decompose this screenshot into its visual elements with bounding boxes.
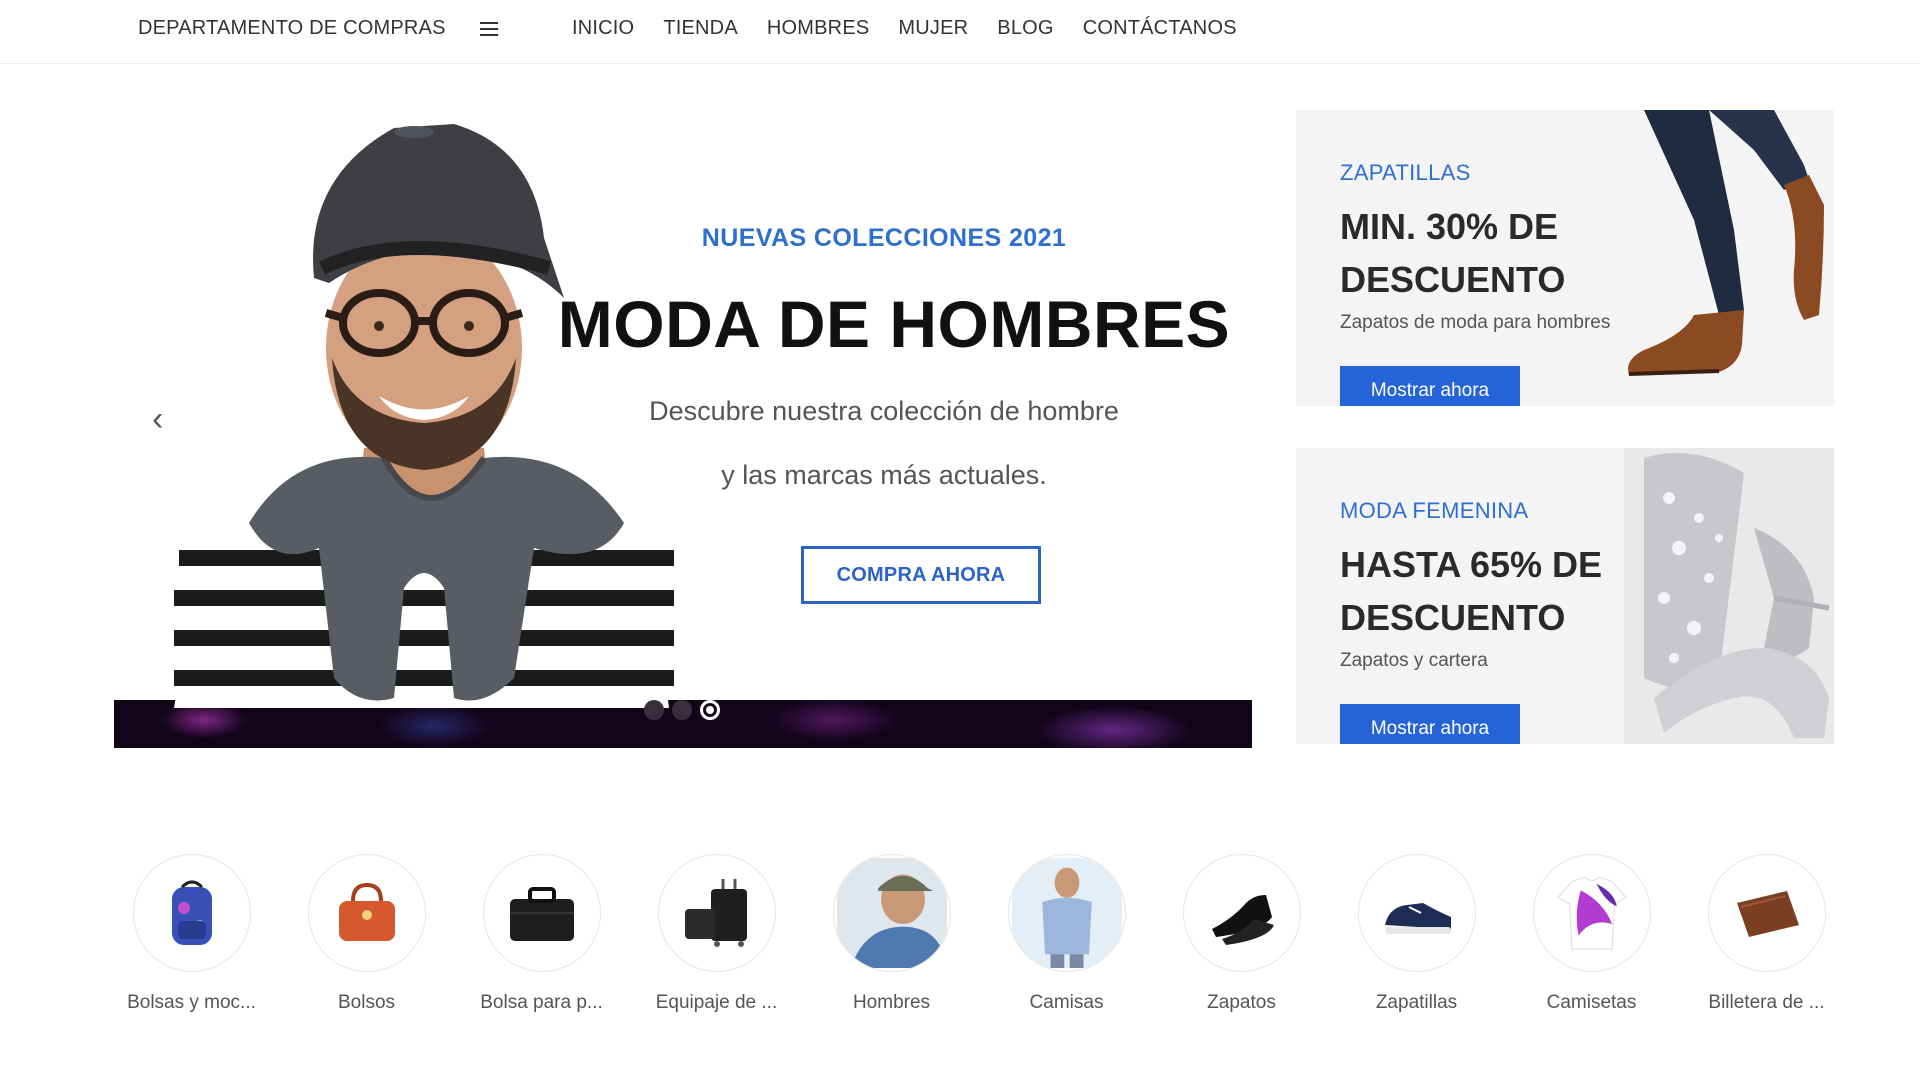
hamburger-menu-icon[interactable] bbox=[479, 21, 498, 36]
category-item[interactable]: Zapatos bbox=[1154, 854, 1329, 1014]
laptop-bag-icon bbox=[482, 854, 601, 972]
promo-2-show-now-button[interactable]: Mostrar ahora bbox=[1340, 704, 1520, 744]
promo-1-description: Zapatos de moda para hombres bbox=[1340, 312, 1611, 333]
hero-slider: ‹ NUEVAS COLECCIONES 2021 MODA DE HOMBRE… bbox=[114, 108, 1252, 748]
slider-prev-arrow[interactable]: ‹ bbox=[152, 402, 163, 436]
category-item[interactable]: Bolsas y moc... bbox=[104, 854, 279, 1014]
nav-inicio[interactable]: INICIO bbox=[572, 17, 634, 40]
promo-1-show-now-button[interactable]: Mostrar ahora bbox=[1340, 366, 1520, 406]
promo-2-description: Zapatos y cartera bbox=[1340, 650, 1488, 671]
hero-subtitle-line-2: y las marcas más actuales. bbox=[721, 460, 1047, 490]
category-item[interactable]: Camisetas bbox=[1504, 854, 1679, 1014]
category-label: Bolsas y moc... bbox=[127, 992, 256, 1013]
wallet-icon bbox=[1707, 854, 1826, 972]
promo-2-title: HASTA 65% DE DESCUENTO bbox=[1340, 544, 1603, 638]
category-item[interactable]: Hombres bbox=[804, 854, 979, 1014]
slider-dot-3-active[interactable] bbox=[700, 700, 720, 720]
category-label: Billetera de ... bbox=[1708, 992, 1825, 1013]
department-label: DEPARTAMENTO DE COMPRAS bbox=[138, 17, 446, 39]
nav-mujer[interactable]: MUJER bbox=[898, 17, 968, 40]
category-label: Camisetas bbox=[1546, 992, 1637, 1013]
backpack-icon bbox=[132, 854, 251, 972]
hero-title: MODA DE HOMBRES bbox=[557, 287, 1231, 361]
category-item[interactable]: Zapatillas bbox=[1329, 854, 1504, 1014]
department-menu-toggle[interactable]: DEPARTAMENTO DE COMPRAS bbox=[138, 17, 498, 40]
sneaker-icon bbox=[1357, 854, 1476, 972]
category-item[interactable]: Bolsos bbox=[279, 854, 454, 1014]
category-label: Equipaje de ... bbox=[655, 992, 778, 1013]
main-nav: INICIO TIENDA HOMBRES MUJER BLOG CONTÁCT… bbox=[572, 17, 1237, 40]
man-cap-icon bbox=[832, 854, 951, 972]
category-label: Camisas bbox=[1029, 992, 1104, 1013]
shirt-man-icon bbox=[1007, 854, 1126, 972]
hero-eyebrow: NUEVAS COLECCIONES 2021 bbox=[701, 224, 1067, 252]
category-item[interactable]: Camisas bbox=[979, 854, 1154, 1014]
promo-banner-womens-fashion[interactable]: MODA FEMENINA HASTA 65% DE DESCUENTO Zap… bbox=[1296, 448, 1834, 744]
category-item[interactable]: Bolsa para p... bbox=[454, 854, 629, 1014]
category-label: Zapatos bbox=[1207, 992, 1276, 1013]
dress-shoe-icon bbox=[1182, 854, 1301, 972]
nav-blog[interactable]: BLOG bbox=[997, 17, 1053, 40]
category-item[interactable]: Equipaje de ... bbox=[629, 854, 804, 1014]
nav-tienda[interactable]: TIENDA bbox=[663, 17, 738, 40]
handbag-icon bbox=[307, 854, 426, 972]
top-navigation-bar: DEPARTAMENTO DE COMPRAS INICIO TIENDA HO… bbox=[0, 0, 1920, 64]
promo-banner-sneakers[interactable]: ZAPATILLAS MIN. 30% DE DESCUENTO Zapatos… bbox=[1296, 110, 1834, 406]
promo-1-eyebrow: ZAPATILLAS bbox=[1340, 160, 1471, 185]
hero-subtitle-line-1: Descubre nuestra colección de hombre bbox=[649, 396, 1119, 426]
shop-now-button[interactable]: COMPRA AHORA bbox=[801, 546, 1041, 604]
slider-dots bbox=[644, 700, 720, 720]
category-carousel: Bolsas y moc... Bolsos Bolsa para p... E… bbox=[104, 854, 1854, 1014]
category-label: Bolsa para p... bbox=[480, 992, 603, 1013]
category-label: Hombres bbox=[852, 992, 931, 1013]
category-label: Zapatillas bbox=[1375, 992, 1458, 1013]
category-label: Bolsos bbox=[337, 992, 396, 1013]
tshirt-icon bbox=[1532, 854, 1651, 972]
slider-dot-2[interactable] bbox=[672, 700, 692, 720]
category-item[interactable]: Billetera de ... bbox=[1679, 854, 1854, 1014]
nav-contactanos[interactable]: CONTÁCTANOS bbox=[1083, 17, 1237, 40]
promo-2-eyebrow: MODA FEMENINA bbox=[1340, 498, 1529, 523]
luggage-icon bbox=[657, 854, 776, 972]
slider-dot-1[interactable] bbox=[644, 700, 664, 720]
nav-hombres[interactable]: HOMBRES bbox=[767, 17, 870, 40]
promo-1-title: MIN. 30% DE DESCUENTO bbox=[1340, 206, 1566, 300]
